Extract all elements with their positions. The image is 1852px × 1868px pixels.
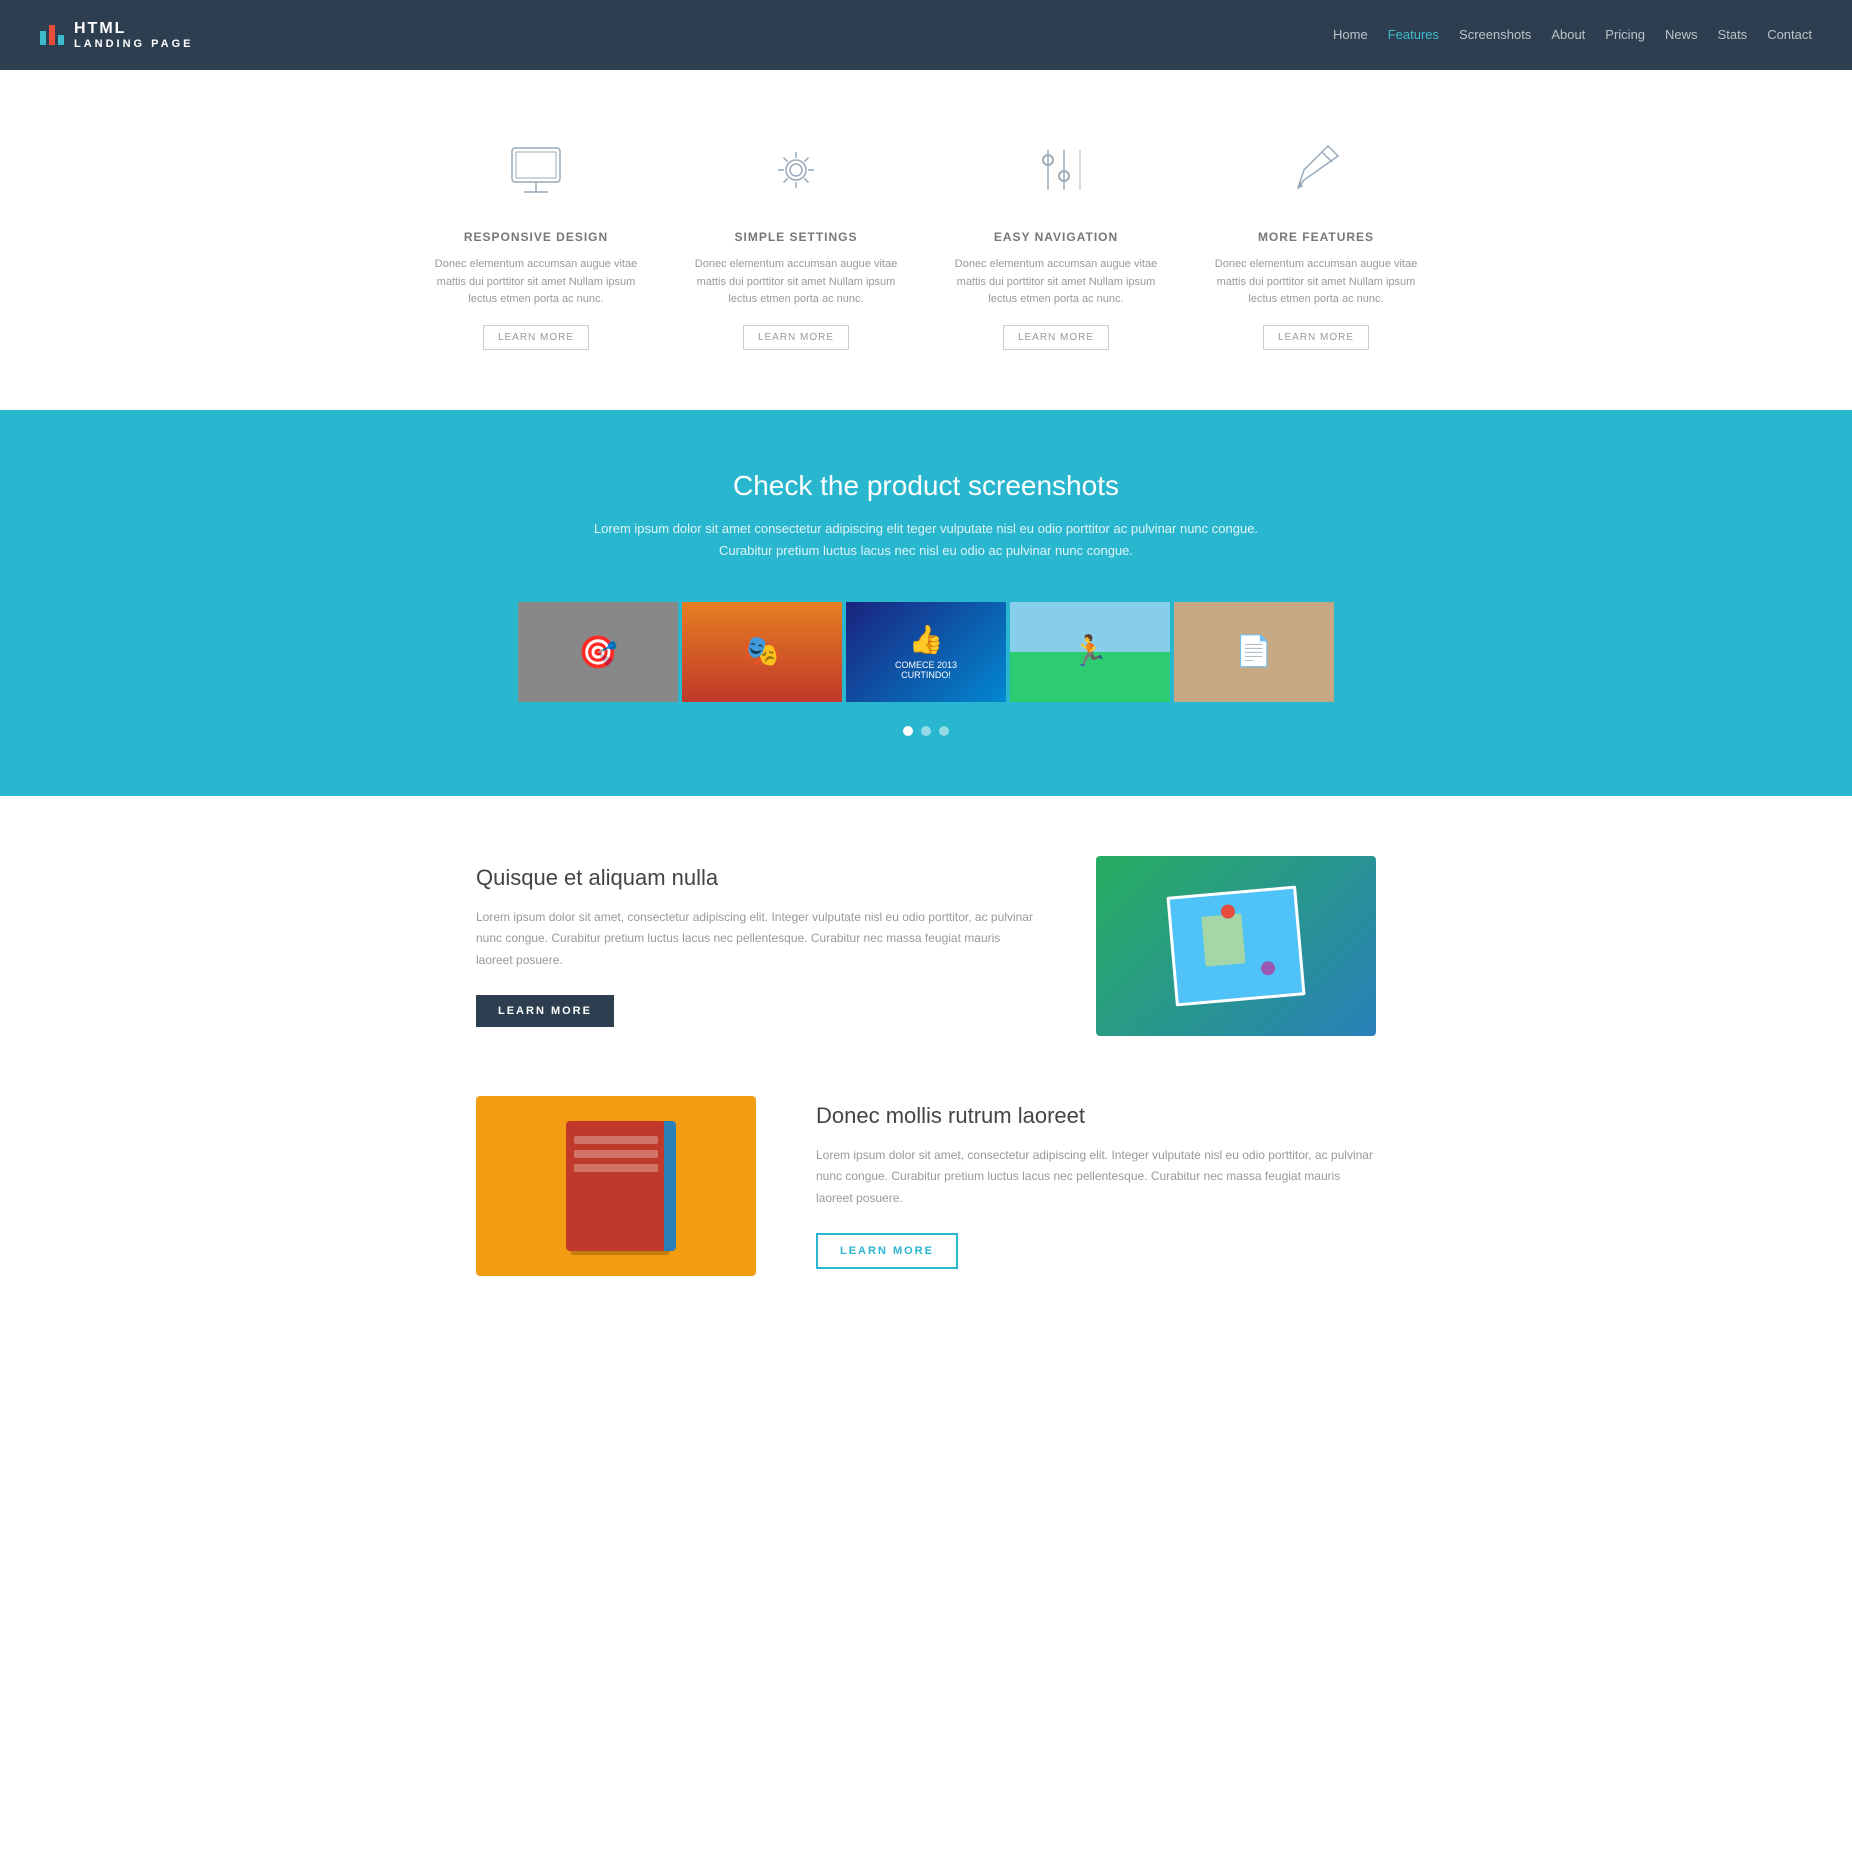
nav-link-about[interactable]: About: [1551, 27, 1585, 42]
screenshot-thumb-5[interactable]: 📄: [1174, 602, 1334, 702]
wallet-placeholder: [476, 1096, 756, 1276]
thumb-image-5: 📄: [1174, 602, 1334, 702]
content-section: Quisque et aliquam nulla Lorem ipsum dol…: [0, 796, 1852, 1396]
learn-more-btn-settings[interactable]: LEARN MORE: [743, 325, 849, 350]
feature-card-more: MORE FEATURES Donec elementum accumsan a…: [1206, 130, 1426, 350]
navbar: HTML LANDING PAGE Home Features Screensh…: [0, 0, 1852, 70]
thumb-image-2: 🎭: [682, 602, 842, 702]
screenshot-thumb-2[interactable]: 🎭: [682, 602, 842, 702]
brand-html: HTML: [74, 20, 194, 38]
learn-more-btn-navigation[interactable]: LEARN MORE: [1003, 325, 1109, 350]
content-text-2: Donec mollis rutrum laoreet Lorem ipsum …: [816, 1103, 1376, 1270]
map-placeholder: [1096, 856, 1376, 1036]
bar1: [40, 31, 46, 45]
nav-link-stats[interactable]: Stats: [1718, 27, 1748, 42]
thumb-image-4: 🏃: [1010, 602, 1170, 702]
brand: HTML LANDING PAGE: [40, 20, 194, 50]
nav-link-contact[interactable]: Contact: [1767, 27, 1812, 42]
content-cta-btn-2[interactable]: LEARN MORE: [816, 1233, 958, 1269]
nav-item-pricing[interactable]: Pricing: [1605, 26, 1645, 44]
screenshot-thumb-1[interactable]: [518, 602, 678, 702]
feature-title-navigation: EASY NAVIGATION: [946, 230, 1166, 244]
screenshot-thumb-4[interactable]: 🏃: [1010, 602, 1170, 702]
nav-item-contact[interactable]: Contact: [1767, 26, 1812, 44]
nav-item-stats[interactable]: Stats: [1718, 26, 1748, 44]
pencil-icon: [1276, 130, 1356, 210]
screenshots-section: Check the product screenshots Lorem ipsu…: [0, 410, 1852, 796]
wallet-book: [566, 1121, 666, 1251]
nav-link-pricing[interactable]: Pricing: [1605, 27, 1645, 42]
monitor-icon: [496, 130, 576, 210]
nav-link-features[interactable]: Features: [1388, 27, 1439, 42]
features-section: RESPONSIVE DESIGN Donec elementum accums…: [0, 70, 1852, 410]
content-title-1: Quisque et aliquam nulla: [476, 865, 1036, 891]
screenshots-grid: 🎭 👍 COMECE 2013CURTINDO! 🏃 📄: [40, 602, 1812, 702]
bar3: [58, 35, 64, 45]
feature-title-responsive: RESPONSIVE DESIGN: [426, 230, 646, 244]
gear-icon: [756, 130, 836, 210]
learn-more-btn-responsive[interactable]: LEARN MORE: [483, 325, 589, 350]
nav-link-screenshots[interactable]: Screenshots: [1459, 27, 1531, 42]
nav-item-features[interactable]: Features: [1388, 26, 1439, 44]
feature-card-navigation: EASY NAVIGATION Donec elementum accumsan…: [946, 130, 1166, 350]
features-grid: RESPONSIVE DESIGN Donec elementum accums…: [426, 130, 1426, 350]
content-desc-2: Lorem ipsum dolor sit amet, consectetur …: [816, 1145, 1376, 1210]
screenshots-title: Check the product screenshots: [40, 470, 1812, 502]
feature-card-responsive: RESPONSIVE DESIGN Donec elementum accums…: [426, 130, 646, 350]
content-title-2: Donec mollis rutrum laoreet: [816, 1103, 1376, 1129]
nav-item-news[interactable]: News: [1665, 26, 1698, 44]
carousel-dots: [40, 726, 1812, 736]
nav-menu: Home Features Screenshots About Pricing …: [1333, 26, 1812, 44]
screenshot-thumb-3[interactable]: 👍 COMECE 2013CURTINDO!: [846, 602, 1006, 702]
feature-desc-more: Donec elementum accumsan augue vitae mat…: [1206, 256, 1426, 309]
content-row-1: Quisque et aliquam nulla Lorem ipsum dol…: [476, 856, 1376, 1036]
carousel-dot-2[interactable]: [921, 726, 931, 736]
feature-desc-settings: Donec elementum accumsan augue vitae mat…: [686, 256, 906, 309]
pencil-svg: [1284, 138, 1348, 202]
nav-link-news[interactable]: News: [1665, 27, 1698, 42]
gear-svg: [764, 138, 828, 202]
content-image-1: [1096, 856, 1376, 1036]
thumb3-text: COMECE 2013CURTINDO!: [895, 660, 957, 680]
content-image-2: [476, 1096, 756, 1276]
nav-link-home[interactable]: Home: [1333, 27, 1368, 42]
feature-desc-responsive: Donec elementum accumsan augue vitae mat…: [426, 256, 646, 309]
like-icon: 👍: [909, 623, 944, 656]
thumb-image-1: [518, 602, 678, 702]
carousel-dot-3[interactable]: [939, 726, 949, 736]
carousel-dot-1[interactable]: [903, 726, 913, 736]
brand-sub: LANDING PAGE: [74, 38, 194, 50]
content-cta-btn-1[interactable]: LEARN MORE: [476, 995, 614, 1027]
screenshots-desc: Lorem ipsum dolor sit amet consectetur a…: [40, 518, 1812, 562]
monitor-svg: [504, 138, 568, 202]
feature-desc-navigation: Donec elementum accumsan augue vitae mat…: [946, 256, 1166, 309]
content-desc-1: Lorem ipsum dolor sit amet, consectetur …: [476, 907, 1036, 972]
brand-text: HTML LANDING PAGE: [74, 20, 194, 50]
feature-card-settings: SIMPLE SETTINGS Donec elementum accumsan…: [686, 130, 906, 350]
logo-icon: [40, 25, 64, 45]
feature-title-more: MORE FEATURES: [1206, 230, 1426, 244]
thumb-image-3: 👍 COMECE 2013CURTINDO!: [846, 602, 1006, 702]
sliders-svg: [1024, 138, 1088, 202]
bar2: [49, 25, 55, 45]
map-pin-purple: [1260, 961, 1275, 976]
content-text-1: Quisque et aliquam nulla Lorem ipsum dol…: [476, 865, 1036, 1028]
feature-title-settings: SIMPLE SETTINGS: [686, 230, 906, 244]
map-fold: [1166, 886, 1305, 1007]
learn-more-btn-more[interactable]: LEARN MORE: [1263, 325, 1369, 350]
nav-item-about[interactable]: About: [1551, 26, 1585, 44]
nav-item-screenshots[interactable]: Screenshots: [1459, 26, 1531, 44]
content-row-2: Donec mollis rutrum laoreet Lorem ipsum …: [476, 1096, 1376, 1276]
sliders-icon: [1016, 130, 1096, 210]
nav-item-home[interactable]: Home: [1333, 26, 1368, 44]
map-pin-red: [1220, 904, 1235, 919]
